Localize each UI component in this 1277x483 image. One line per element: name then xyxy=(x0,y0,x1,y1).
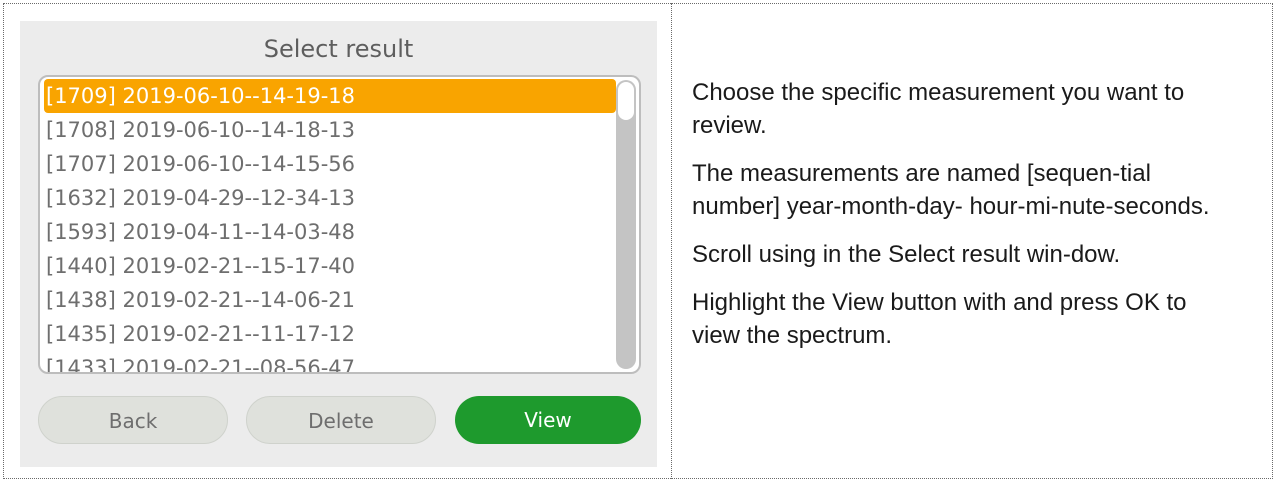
view-button[interactable]: View xyxy=(455,396,641,444)
result-item[interactable]: [1708] 2019-06-10--14-18-13 xyxy=(44,113,616,147)
result-item[interactable]: [1593] 2019-04-11--14-03-48 xyxy=(44,215,616,249)
delete-button[interactable]: Delete xyxy=(246,396,436,444)
column-divider xyxy=(671,3,672,479)
scrollbar-thumb[interactable] xyxy=(618,82,634,120)
result-item-selected[interactable]: [1709] 2019-06-10--14-19-18 xyxy=(44,79,616,113)
instruction-choose: Choose the specific measurement you want… xyxy=(692,79,1185,139)
list-scrollbar[interactable] xyxy=(616,80,636,369)
result-list[interactable]: [1709] 2019-06-10--14-19-18 [1708] 2019-… xyxy=(38,75,641,374)
instructions-text: Choose the specific measurement you want… xyxy=(692,76,1232,367)
result-item[interactable]: [1433] 2019-02-21--08-56-47 xyxy=(44,351,616,372)
instruction-scroll: Scroll using in the Select result win-do… xyxy=(692,241,1121,268)
instruction-view: Highlight the View button with and press… xyxy=(692,289,1187,349)
panel-title: Select result xyxy=(263,35,414,63)
result-item[interactable]: [1632] 2019-04-29--12-34-13 xyxy=(44,181,616,215)
result-item[interactable]: [1438] 2019-02-21--14-06-21 xyxy=(44,283,616,317)
select-result-panel: Select result [1709] 2019-06-10--14-19-1… xyxy=(20,21,657,467)
result-item[interactable]: [1707] 2019-06-10--14-15-56 xyxy=(44,147,616,181)
back-button[interactable]: Back xyxy=(38,396,228,444)
instruction-naming: The measurements are named [sequen-tial … xyxy=(692,160,1210,220)
result-item[interactable]: [1440] 2019-02-21--15-17-40 xyxy=(44,249,616,283)
result-item[interactable]: [1435] 2019-02-21--11-17-12 xyxy=(44,317,616,351)
